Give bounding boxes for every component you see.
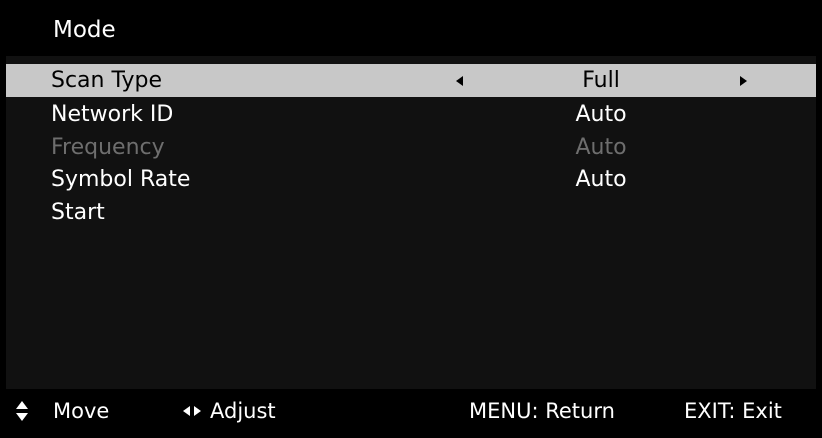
menu-title: Mode	[53, 17, 116, 43]
menu-row-frequency: Frequency Auto	[6, 131, 816, 164]
help-move-label: Move	[53, 399, 110, 423]
help-adjust-label: Adjust	[210, 399, 276, 423]
menu-row-scan-type[interactable]: Scan Type Full	[6, 64, 816, 97]
menu-row-value: Auto	[575, 102, 627, 127]
help-exit-label: EXIT: Exit	[684, 399, 782, 423]
menu-row-label: Symbol Rate	[51, 167, 191, 192]
menu-row-start[interactable]: Start	[6, 196, 816, 229]
menu-row-symbol-rate[interactable]: Symbol Rate Auto	[6, 163, 816, 196]
menu-row-label: Start	[51, 200, 105, 225]
help-return-label: MENU: Return	[469, 399, 615, 423]
up-down-arrows-icon	[16, 401, 30, 423]
menu-panel: Mode Scan Type Full Network ID Auto Freq…	[6, 5, 816, 433]
menu-row-label: Frequency	[51, 135, 165, 160]
left-right-arrows-icon	[183, 406, 203, 418]
menu-row-network-id[interactable]: Network ID Auto	[6, 98, 816, 131]
menu-row-value: Full	[582, 68, 620, 93]
arrow-right-icon[interactable]	[740, 76, 747, 86]
menu-row-label: Scan Type	[51, 68, 163, 93]
menu-row-label: Network ID	[51, 102, 174, 127]
osd-screen: Mode Scan Type Full Network ID Auto Freq…	[0, 0, 822, 438]
menu-row-value: Auto	[575, 167, 627, 192]
menu-row-value: Auto	[575, 135, 627, 160]
help-bar: Move Adjust MENU: Return EXIT: Exit	[6, 389, 816, 433]
title-bar: Mode	[6, 5, 816, 56]
arrow-left-icon[interactable]	[456, 76, 463, 86]
